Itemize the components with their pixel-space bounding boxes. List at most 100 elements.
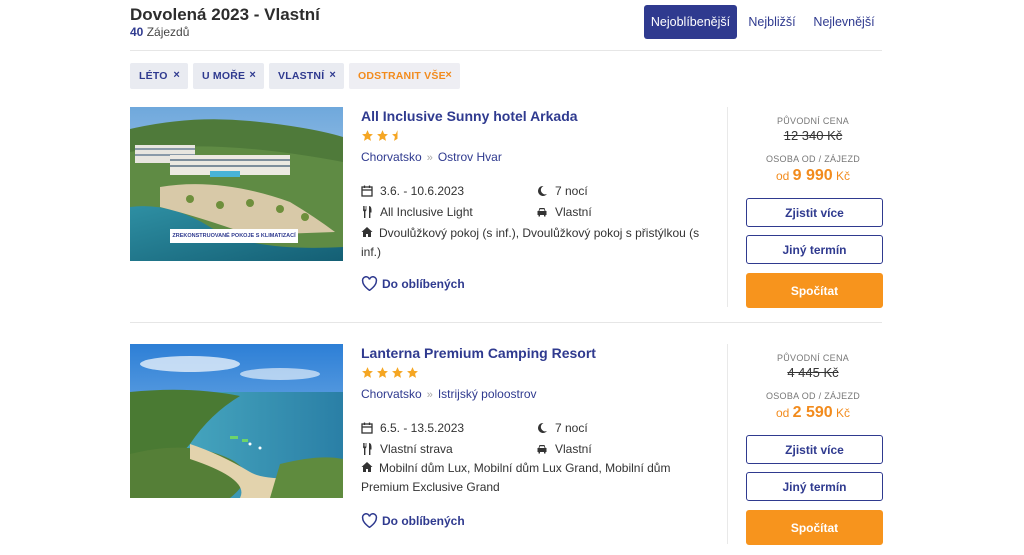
price-prefix: od bbox=[775, 169, 790, 183]
room-types-text: Dvoulůžkový pokoj (s inf.), Dvoulůžkový … bbox=[361, 226, 700, 259]
hotel-name-link[interactable]: Lanterna Premium Camping Resort bbox=[361, 345, 596, 361]
page-title: Dovolená 2023 - Vlastní bbox=[130, 5, 320, 24]
star-icon bbox=[362, 130, 373, 141]
dates-info: 6.5. - 13.5.2023 bbox=[361, 421, 464, 435]
favorites-label: Do oblíbených bbox=[382, 276, 465, 291]
results-count-number: 40 bbox=[130, 25, 144, 39]
hotel-card: Lanterna Premium Camping Resort Chorvats… bbox=[130, 344, 883, 555]
other-date-button[interactable]: Jiný termín bbox=[746, 472, 883, 501]
remove-all-filters-chip[interactable]: ODSTRANIT VŠE × bbox=[349, 63, 460, 89]
close-icon[interactable]: × bbox=[249, 69, 256, 81]
per-person-label: OSOBA OD / ZÁJEZD bbox=[765, 154, 861, 164]
filter-chip-label: LÉTO bbox=[139, 70, 168, 82]
sort-cheapest-button[interactable]: Nejlevnější bbox=[810, 5, 878, 39]
car-icon bbox=[537, 445, 547, 454]
hotel-card: ZREKONSTRUOVANÉ POKOJE S KLIMATIZACÍ All… bbox=[130, 107, 883, 322]
sort-nearest-button[interactable]: Nejbližší bbox=[743, 5, 801, 39]
close-icon[interactable]: × bbox=[445, 69, 452, 81]
calendar-icon bbox=[361, 422, 373, 434]
hotel-photo-image bbox=[130, 344, 343, 498]
transport-text: Vlastní bbox=[555, 442, 592, 456]
breadcrumb-separator-icon: » bbox=[426, 152, 433, 164]
dates-text: 6.5. - 13.5.2023 bbox=[380, 421, 465, 435]
half-star-icon bbox=[392, 130, 398, 141]
price-box: PŮVODNÍ CENA 4 445 Kč OSOBA OD / ZÁJEZD … bbox=[727, 344, 883, 545]
original-price: 12 340 Kč bbox=[783, 128, 843, 143]
close-icon[interactable]: × bbox=[173, 69, 180, 81]
favorites-label: Do oblíbených bbox=[382, 513, 465, 528]
price-box: PŮVODNÍ CENA 12 340 Kč OSOBA OD / ZÁJEZD… bbox=[727, 107, 883, 308]
home-icon bbox=[361, 462, 373, 472]
price-value: 2 590 bbox=[792, 404, 833, 421]
location-breadcrumb: Chorvatsko » Ostrov Hvar bbox=[361, 150, 502, 164]
price-currency: Kč bbox=[836, 406, 851, 420]
star-rating bbox=[361, 366, 419, 379]
original-price-label: PŮVODNÍ CENA bbox=[776, 116, 850, 126]
close-icon[interactable]: × bbox=[329, 69, 336, 81]
car-icon bbox=[537, 208, 547, 217]
sort-favorite-button[interactable]: Nejoblíbenější bbox=[644, 5, 737, 39]
calculate-button[interactable]: Spočítat bbox=[746, 510, 883, 545]
country-link[interactable]: Chorvatsko bbox=[361, 387, 422, 401]
filter-chip-label: U MOŘE bbox=[202, 70, 246, 82]
dates-info: 3.6. - 10.6.2023 bbox=[361, 184, 464, 198]
hotel-photo[interactable] bbox=[130, 344, 343, 498]
moon-icon bbox=[538, 185, 547, 196]
location-breadcrumb: Chorvatsko » Istrijský poloostrov bbox=[361, 387, 537, 401]
region-link[interactable]: Istrijský poloostrov bbox=[438, 387, 537, 401]
dates-text: 3.6. - 10.6.2023 bbox=[380, 184, 465, 198]
results-count-label: Zájezdů bbox=[143, 25, 190, 39]
per-person-label: OSOBA OD / ZÁJEZD bbox=[765, 391, 861, 401]
nights-info: 7 nocí bbox=[536, 184, 588, 198]
original-price-label: PŮVODNÍ CENA bbox=[776, 353, 850, 363]
cutlery-icon bbox=[363, 206, 372, 218]
add-to-favorites-button[interactable]: Do oblíbených bbox=[361, 513, 465, 528]
room-types-text: Mobilní dům Lux, Mobilní dům Lux Grand, … bbox=[361, 461, 671, 494]
nights-info: 7 nocí bbox=[536, 421, 588, 435]
price-prefix: od bbox=[775, 406, 790, 420]
country-link[interactable]: Chorvatsko bbox=[361, 150, 422, 164]
hotel-photo[interactable]: ZREKONSTRUOVANÉ POKOJE S KLIMATIZACÍ bbox=[130, 107, 343, 261]
add-to-favorites-button[interactable]: Do oblíbených bbox=[361, 276, 465, 291]
filter-chip-label: VLASTNÍ bbox=[278, 70, 325, 82]
card-divider bbox=[130, 322, 882, 323]
nights-text: 7 nocí bbox=[555, 421, 588, 435]
board-text: Vlastní strava bbox=[380, 442, 453, 456]
breadcrumb-separator-icon: » bbox=[426, 389, 433, 401]
transport-info: Vlastní bbox=[536, 442, 592, 456]
header-divider bbox=[130, 50, 882, 51]
price-currency: Kč bbox=[836, 169, 851, 183]
other-date-button[interactable]: Jiný termín bbox=[746, 235, 883, 264]
more-info-button[interactable]: Zjistit více bbox=[746, 435, 883, 464]
room-types: Dvoulůžkový pokoj (s inf.), Dvoulůžkový … bbox=[361, 224, 701, 262]
filter-chip-vlastni[interactable]: VLASTNÍ × bbox=[269, 63, 344, 89]
heart-icon bbox=[361, 513, 378, 528]
room-types: Mobilní dům Lux, Mobilní dům Lux Grand, … bbox=[361, 459, 701, 497]
star-icon bbox=[392, 367, 403, 378]
cutlery-icon bbox=[363, 443, 372, 455]
more-info-button[interactable]: Zjistit více bbox=[746, 198, 883, 227]
original-price: 4 445 Kč bbox=[787, 365, 839, 380]
board-info: Vlastní strava bbox=[361, 442, 453, 456]
moon-icon bbox=[538, 422, 547, 433]
current-price: od 9 990 Kč bbox=[728, 167, 898, 185]
calculate-button[interactable]: Spočítat bbox=[746, 273, 883, 308]
transport-info: Vlastní bbox=[536, 205, 592, 219]
board-text: All Inclusive Light bbox=[380, 205, 473, 219]
region-link[interactable]: Ostrov Hvar bbox=[438, 150, 502, 164]
price-value: 9 990 bbox=[792, 167, 833, 184]
filter-chip-u-more[interactable]: U MOŘE × bbox=[193, 63, 264, 89]
home-icon bbox=[361, 227, 373, 237]
transport-text: Vlastní bbox=[555, 205, 592, 219]
star-icon bbox=[362, 367, 373, 378]
photo-caption: ZREKONSTRUOVANÉ POKOJE S KLIMATIZACÍ bbox=[172, 233, 296, 239]
current-price: od 2 590 Kč bbox=[728, 404, 898, 422]
hotel-name-link[interactable]: All Inclusive Sunny hotel Arkada bbox=[361, 108, 578, 124]
results-count: 40 Zájezdů bbox=[130, 25, 189, 39]
star-icon bbox=[407, 367, 418, 378]
heart-icon bbox=[361, 276, 378, 291]
filter-chip-leto[interactable]: LÉTO × bbox=[130, 63, 188, 89]
filter-chip-label: ODSTRANIT VŠE bbox=[358, 70, 446, 82]
star-icon bbox=[377, 367, 388, 378]
star-rating bbox=[361, 129, 404, 142]
